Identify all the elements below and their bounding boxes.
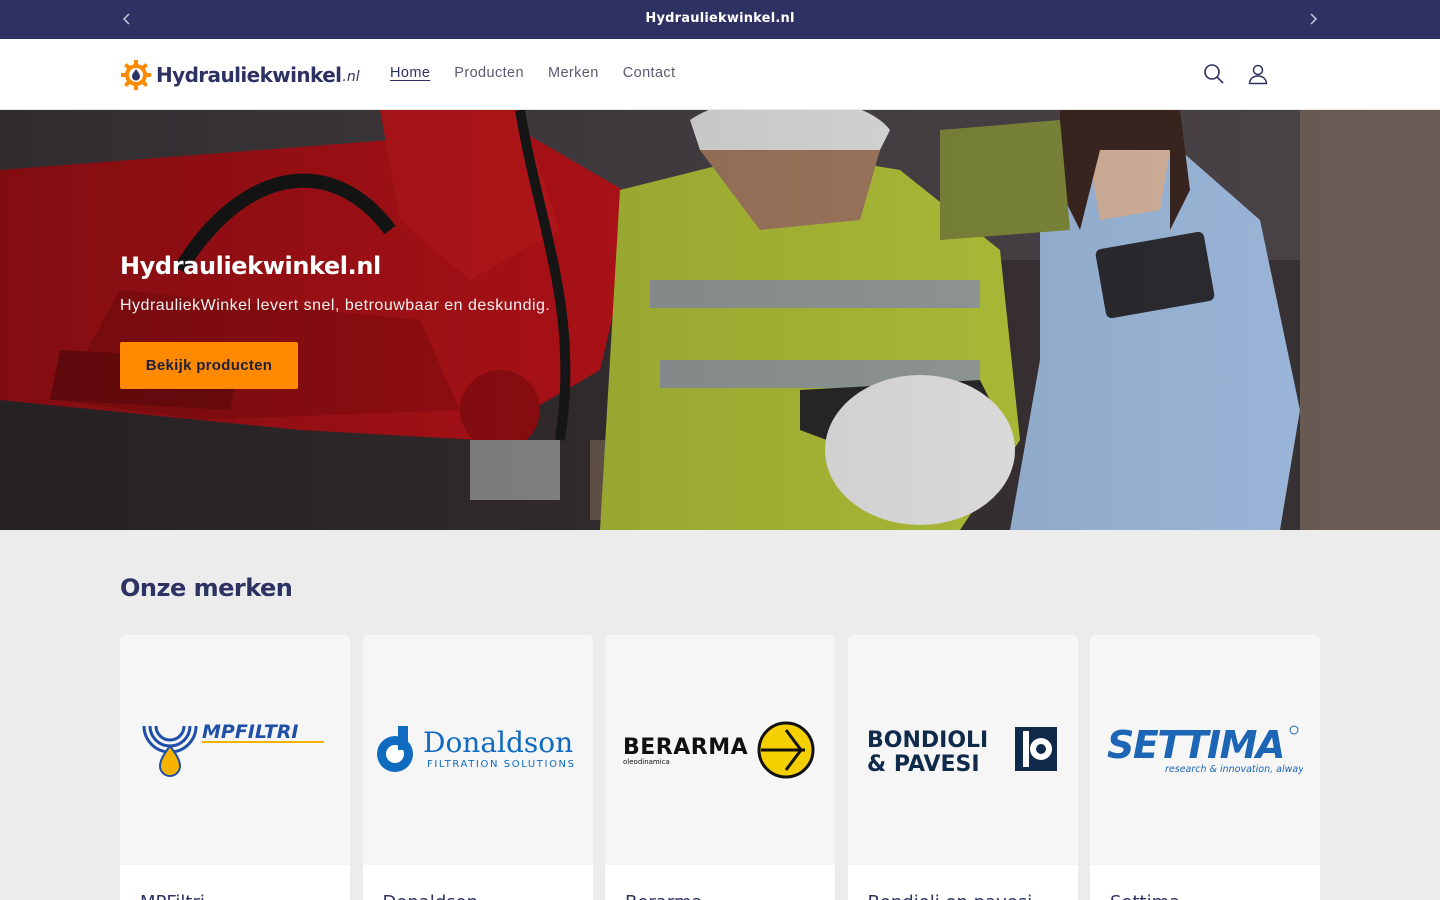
brand-name: Settima <box>1110 892 1180 900</box>
nav-merken[interactable]: Merken <box>548 65 599 81</box>
brand-card-mpfiltri[interactable]: MPFILTRI MPFiltri <box>120 635 350 900</box>
logo-wordmark: Hydrauliekwinkel <box>156 63 342 87</box>
hero-image <box>0 110 1440 530</box>
svg-text:oleodinamica: oleodinamica <box>623 758 670 766</box>
brand-name: Berarma <box>625 892 703 900</box>
brand-logo-settima: SETTIMA research & innovation, always <box>1090 635 1320 865</box>
svg-text:SETTIMA: SETTIMA <box>1107 723 1284 767</box>
announcement-text[interactable]: Hydrauliekwinkel.nl <box>0 11 1440 26</box>
svg-text:BERARMA: BERARMA <box>623 735 748 760</box>
announcement-bar: Hydrauliekwinkel.nl <box>0 0 1440 39</box>
svg-text:research & innovation, always: research & innovation, always <box>1165 764 1303 775</box>
svg-text:Donaldson: Donaldson <box>423 726 573 759</box>
hero-title: Hydrauliekwinkel.nl <box>120 252 381 280</box>
site-logo[interactable]: Hydrauliekwinkel .nl <box>120 58 360 92</box>
brand-card-bondioli-pavesi[interactable]: BONDIOLI & PAVESI Bondioli en pavesi <box>847 635 1078 900</box>
brand-name: MPFiltri <box>140 892 205 900</box>
brand-card-berarma[interactable]: BERARMA oleodinamica Berarma <box>605 635 835 900</box>
brand-card-donaldson[interactable]: Donaldson FILTRATION SOLUTIONS Donaldson <box>362 635 593 900</box>
svg-text:BONDIOLI: BONDIOLI <box>867 728 988 753</box>
nav-contact[interactable]: Contact <box>623 65 676 81</box>
chevron-right-icon[interactable] <box>1304 10 1322 28</box>
logo-tld: .nl <box>342 69 360 85</box>
brand-card-settima[interactable]: SETTIMA research & innovation, always Se… <box>1090 635 1320 900</box>
brands-heading: Onze merken <box>120 574 293 602</box>
brand-logo-bondioli-pavesi: BONDIOLI & PAVESI <box>847 635 1078 865</box>
svg-text:MPFILTRI: MPFILTRI <box>202 721 299 743</box>
gear-drop-logo-icon <box>121 60 151 90</box>
nav-home[interactable]: Home <box>390 65 430 81</box>
brand-cards: MPFILTRI MPFiltri Donaldson FILTRATION S… <box>120 635 1320 900</box>
svg-text:FILTRATION SOLUTIONS: FILTRATION SOLUTIONS <box>427 759 576 770</box>
view-products-button[interactable]: Bekijk producten <box>120 342 298 389</box>
account-icon[interactable] <box>1245 61 1271 87</box>
brand-logo-mpfiltri: MPFILTRI <box>120 635 350 865</box>
brand-logo-donaldson: Donaldson FILTRATION SOLUTIONS <box>362 635 593 865</box>
svg-text:& PAVESI: & PAVESI <box>867 752 980 775</box>
brand-name: Donaldson <box>383 892 479 900</box>
site-header: Hydrauliekwinkel .nl Home Producten Merk… <box>0 39 1440 110</box>
main-nav: Home Producten Merken Contact <box>390 65 676 81</box>
brand-logo-berarma: BERARMA oleodinamica <box>605 635 835 865</box>
search-icon[interactable] <box>1201 61 1227 87</box>
hero-banner: Hydrauliekwinkel.nl HydrauliekWinkel lev… <box>0 110 1440 530</box>
brand-name: Bondioli en pavesi <box>868 892 1033 900</box>
hero-subtitle: HydrauliekWinkel levert snel, betrouwbaa… <box>120 297 551 314</box>
nav-producten[interactable]: Producten <box>454 65 524 81</box>
